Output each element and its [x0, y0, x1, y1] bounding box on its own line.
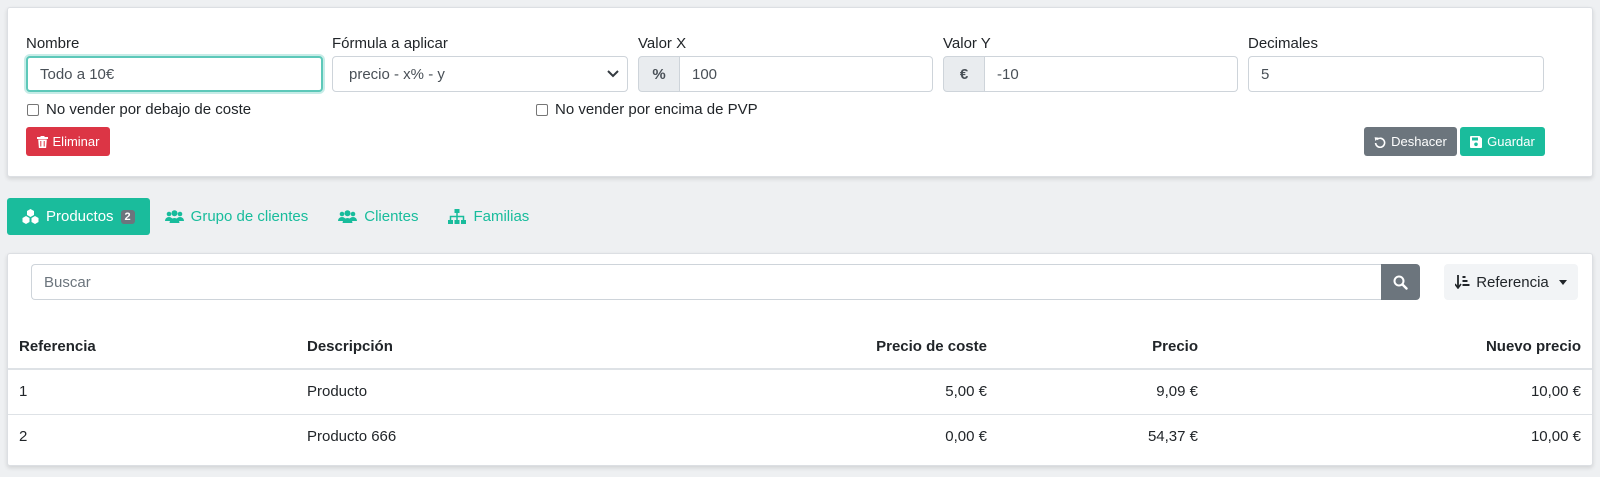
search-icon: [1393, 275, 1408, 290]
table-header-row: Referencia Descripción Precio de coste P…: [8, 324, 1592, 370]
valor-y-label: Valor Y: [943, 35, 991, 52]
table-row[interactable]: 1 Producto 5,00 € 9,09 € 10,00 €: [8, 369, 1592, 415]
tab-clientes[interactable]: Clientes: [323, 198, 433, 235]
tab-bar: Productos 2 Grupo de clientes Clientes F…: [7, 198, 544, 235]
cell-descripcion: Producto 666: [307, 428, 397, 446]
tab-familias[interactable]: Familias: [433, 198, 544, 235]
search-input[interactable]: Buscar: [31, 264, 1381, 300]
formula-selected-value: precio - x% - y: [349, 65, 445, 83]
undo-button[interactable]: Deshacer: [1364, 127, 1457, 156]
tab-productos-label: Productos: [46, 208, 114, 225]
tab-clientes-label: Clientes: [364, 208, 419, 225]
nombre-label: Nombre: [26, 35, 80, 52]
decimales-input[interactable]: 5: [1248, 56, 1544, 92]
sort-amount-icon: [1455, 275, 1470, 289]
valor-x-input[interactable]: 100: [680, 56, 933, 92]
delete-button[interactable]: Eliminar: [26, 127, 110, 156]
products-card: Buscar Referencia Referencia Descripción…: [7, 253, 1593, 466]
sort-label: Referencia: [1476, 273, 1549, 291]
cell-nuevo-precio: 10,00 €: [1530, 428, 1581, 446]
users-icon: [338, 209, 358, 223]
column-header-referencia[interactable]: Referencia: [8, 324, 296, 370]
save-button-label: Guardar: [1487, 134, 1535, 149]
cell-precio: 9,09 €: [998, 369, 1209, 415]
column-header-descripcion[interactable]: Descripción: [296, 324, 621, 370]
table-row[interactable]: 2 Producto 666 0,00 € 54,37 € 10,00 €: [8, 414, 1592, 459]
no-below-cost-checkbox[interactable]: [27, 103, 39, 116]
search-bar: Buscar: [31, 264, 1420, 300]
save-button[interactable]: Guardar: [1460, 127, 1545, 156]
tab-grupo-de-clientes-label: Grupo de clientes: [190, 208, 309, 225]
decimales-label: Decimales: [1248, 35, 1319, 52]
decimales-value: 5: [1261, 65, 1270, 83]
no-above-pvp-label: No vender por encima de PVP: [555, 101, 758, 118]
search-placeholder: Buscar: [44, 273, 91, 291]
euro-icon: €: [943, 56, 985, 92]
delete-button-label: Eliminar: [52, 134, 100, 149]
valor-x-value: 100: [692, 65, 718, 83]
productos-count-badge: 2: [120, 209, 135, 224]
rule-form-card: Nombre Todo a 10€ Fórmula a aplicar prec…: [7, 7, 1593, 177]
nombre-value: Todo a 10€: [40, 65, 115, 83]
tab-familias-label: Familias: [473, 208, 530, 225]
users-cog-icon: [164, 209, 184, 223]
save-icon: [1470, 135, 1483, 148]
percent-icon: %: [638, 56, 680, 92]
valor-y-input[interactable]: -10: [985, 56, 1238, 92]
formula-select[interactable]: precio - x% - y: [332, 56, 628, 92]
column-header-nuevo-precio[interactable]: Nuevo precio: [1209, 324, 1592, 370]
caret-down-icon: [1558, 279, 1567, 285]
cell-precio-de-coste: 5,00 €: [621, 369, 998, 415]
chevron-down-icon: [607, 70, 619, 78]
cell-descripcion: Producto: [296, 369, 621, 415]
cell-precio: 54,37 €: [1147, 428, 1198, 446]
undo-icon: [1374, 136, 1386, 148]
cell-referencia: 2: [19, 428, 28, 446]
formula-label: Fórmula a aplicar: [332, 35, 448, 52]
no-above-pvp-option: No vender por encima de PVP: [536, 101, 758, 118]
no-below-cost-option: No vender por debajo de coste: [27, 101, 251, 118]
cell-referencia: 1: [8, 369, 296, 415]
column-header-precio-de-coste[interactable]: Precio de coste: [621, 324, 998, 370]
tab-grupo-de-clientes[interactable]: Grupo de clientes: [150, 198, 324, 235]
tab-productos[interactable]: Productos 2: [7, 198, 150, 235]
column-header-precio[interactable]: Precio: [998, 324, 1209, 370]
trash-icon: [36, 135, 48, 148]
undo-button-label: Deshacer: [1391, 134, 1447, 149]
products-table: Referencia Descripción Precio de coste P…: [8, 324, 1592, 459]
no-above-pvp-checkbox[interactable]: [536, 103, 548, 116]
sitemap-icon: [448, 209, 467, 224]
cell-precio-de-coste: 0,00 €: [945, 428, 987, 446]
nombre-input[interactable]: Todo a 10€: [26, 56, 323, 92]
search-button[interactable]: [1381, 264, 1420, 300]
sort-dropdown-button[interactable]: Referencia: [1444, 264, 1578, 300]
valor-y-value: -10: [997, 65, 1019, 83]
cell-nuevo-precio: 10,00 €: [1209, 369, 1592, 415]
no-below-cost-label: No vender por debajo de coste: [46, 101, 252, 118]
cubes-icon: [22, 209, 39, 224]
valor-x-label: Valor X: [638, 35, 687, 52]
